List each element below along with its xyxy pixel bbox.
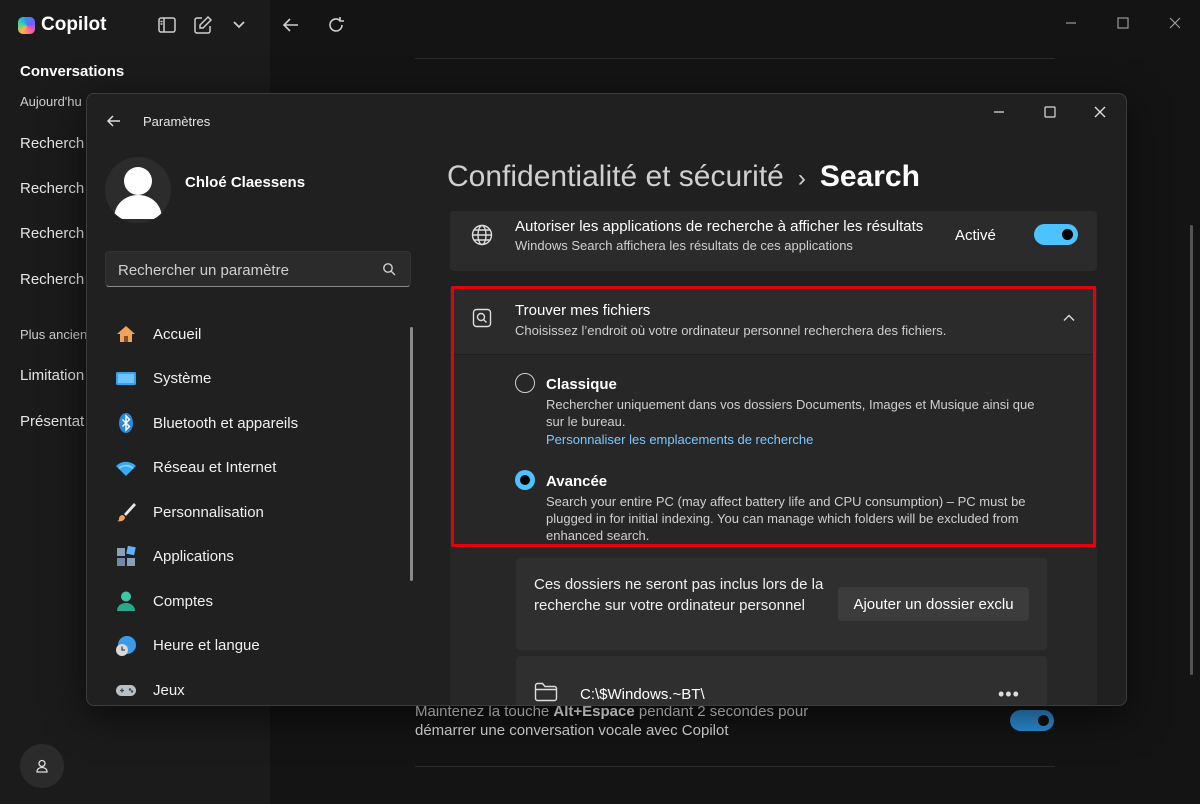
gamepad-icon: [115, 679, 137, 701]
divider: [415, 58, 1055, 59]
allow-apps-title: Autoriser les applications de recherche …: [515, 218, 924, 235]
excluded-folder-row: C:\$Windows.~BT\ •••: [516, 656, 1047, 705]
nav-label: Réseau et Internet: [153, 459, 277, 477]
folder-path: C:\$Windows.~BT\: [580, 686, 705, 703]
find-my-files-card: Trouver mes fichiers Choisissez l’endroi…: [450, 288, 1097, 547]
close-icon[interactable]: [1166, 14, 1184, 32]
find-files-icon: [472, 308, 492, 328]
excluded-folders-card: Ces dossiers ne seront pas inclus lors d…: [516, 558, 1047, 650]
customize-search-locations-link[interactable]: Personnaliser les emplacements de recher…: [546, 432, 813, 447]
nav-item-home[interactable]: Accueil: [105, 312, 405, 357]
conversation-item[interactable]: Recherch: [20, 225, 84, 242]
home-icon: [115, 323, 137, 345]
settings-search-input[interactable]: [106, 252, 390, 288]
find-files-subtitle: Choisissez l’endroit où votre ordinateur…: [515, 323, 947, 338]
nav-label: Applications: [153, 548, 234, 566]
search-icon[interactable]: [382, 262, 396, 276]
globe-icon: [471, 224, 493, 246]
profile-button[interactable]: [20, 744, 64, 788]
maximize-icon[interactable]: [1114, 14, 1132, 32]
settings-window: Paramètres Chloé Claessens Accueil Systè…: [86, 93, 1127, 706]
brush-icon: [115, 501, 137, 523]
allow-apps-subtitle: Windows Search affichera les résultats d…: [515, 238, 853, 253]
voice-shortcut-toggle[interactable]: [1010, 710, 1054, 731]
breadcrumb-current: Search: [819, 160, 920, 193]
option-enhanced-title[interactable]: Avancée: [546, 473, 607, 490]
find-my-files-header[interactable]: Trouver mes fichiers Choisissez l’endroi…: [450, 288, 1097, 355]
nav-label: Personnalisation: [153, 503, 264, 521]
conversation-item[interactable]: Recherch: [20, 271, 84, 288]
wifi-icon: [115, 457, 137, 479]
add-excluded-folder-button[interactable]: Ajouter un dossier exclu: [838, 587, 1029, 621]
chevron-down-icon[interactable]: [228, 14, 250, 36]
allow-search-apps-card: Autoriser les applications de recherche …: [450, 211, 1097, 271]
radio-enhanced[interactable]: [515, 470, 535, 490]
nav-label: Heure et langue: [153, 637, 260, 655]
back-arrow-icon[interactable]: [105, 112, 123, 130]
nav-item-time-language[interactable]: Heure et langue: [105, 624, 405, 669]
maximize-icon[interactable]: [1042, 104, 1058, 120]
section-label-today: Aujourd'hu: [20, 94, 82, 109]
nav-label: Accueil: [153, 325, 202, 343]
minimize-icon[interactable]: [1062, 14, 1080, 32]
back-arrow-icon[interactable]: [280, 14, 302, 36]
nav-scrollbar[interactable]: [410, 327, 413, 581]
window-title: Paramètres: [143, 114, 211, 129]
radio-classic[interactable]: [515, 373, 535, 393]
nav-item-bluetooth[interactable]: Bluetooth et appareils: [105, 401, 405, 446]
option-classic-title[interactable]: Classique: [546, 376, 617, 393]
nav-label: Jeux: [153, 681, 185, 699]
breadcrumb-parent[interactable]: Confidentialité et sécurité: [447, 160, 784, 193]
person-icon: [36, 759, 48, 773]
conversation-item[interactable]: Recherch: [20, 180, 84, 197]
time-language-icon: [115, 635, 137, 657]
nav-item-accounts[interactable]: Comptes: [105, 579, 405, 624]
bluetooth-icon: [115, 412, 137, 434]
nav-label: Système: [153, 370, 212, 388]
scrollbar[interactable]: [1190, 225, 1193, 675]
avatar[interactable]: [105, 157, 171, 223]
copilot-logo-icon: [18, 16, 35, 34]
account-icon: [115, 590, 137, 612]
conversation-item[interactable]: Présentat: [20, 413, 84, 430]
conversation-item[interactable]: Recherch: [20, 135, 84, 152]
find-files-title: Trouver mes fichiers: [515, 302, 651, 319]
apps-icon: [115, 545, 137, 568]
minimize-icon[interactable]: [991, 104, 1007, 120]
settings-search-box[interactable]: [105, 251, 411, 288]
copilot-app-name: Copilot: [41, 14, 107, 35]
conversations-title: Conversations: [20, 63, 125, 80]
nav-item-applications[interactable]: Applications: [105, 535, 405, 580]
more-options-icon[interactable]: •••: [998, 684, 1020, 705]
user-name: Chloé Claessens: [185, 174, 306, 191]
nav-item-system[interactable]: Système: [105, 357, 405, 402]
chevron-up-icon[interactable]: [1062, 311, 1076, 325]
nav-label: Comptes: [153, 592, 214, 610]
refresh-icon[interactable]: [325, 14, 347, 36]
system-icon: [115, 368, 137, 390]
new-chat-icon[interactable]: [192, 14, 214, 36]
sidebar-toggle-icon[interactable]: [156, 14, 178, 36]
breadcrumb-separator: ›: [797, 165, 806, 192]
divider: [415, 766, 1055, 767]
voice-shortcut-hint: Maintenez la touche Alt+Espace pendant 2…: [415, 702, 855, 740]
conversation-item[interactable]: Limitation: [20, 367, 84, 384]
page-title: Confidentialité et sécurité › Search: [447, 160, 920, 194]
nav-item-gaming[interactable]: Jeux: [105, 668, 405, 705]
section-label-older: Plus ancien: [20, 327, 88, 342]
toggle-state-label: Activé: [955, 227, 996, 244]
settings-nav: Accueil Système Bluetooth et appareils R…: [105, 312, 405, 705]
nav-item-personalization[interactable]: Personnalisation: [105, 490, 405, 535]
folder-icon: [534, 682, 558, 702]
nav-item-network[interactable]: Réseau et Internet: [105, 446, 405, 491]
allow-apps-toggle[interactable]: [1034, 224, 1078, 245]
nav-label: Bluetooth et appareils: [153, 414, 299, 432]
option-enhanced-desc: Search your entire PC (may affect batter…: [546, 494, 1026, 543]
close-icon[interactable]: [1092, 104, 1108, 120]
user-silhouette-icon: [114, 167, 162, 219]
option-classic-desc: Rechercher uniquement dans vos dossiers …: [546, 397, 1035, 429]
copilot-logo: Copilot: [18, 14, 106, 36]
excluded-folders-text: Ces dossiers ne seront pas inclus lors d…: [534, 576, 824, 614]
